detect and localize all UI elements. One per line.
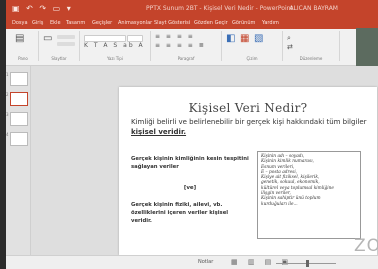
list-icons[interactable]: ≡ ≡ ≡ ≡ <box>155 33 195 40</box>
group-font: K T A S ab A Yazı Tipi <box>80 31 151 61</box>
intro-text: Kimliği belirli ve belirlenebilir bir ge… <box>131 118 367 126</box>
left-text-block-2[interactable]: Gerçek kişinin fiziki, ailevi, vb. özell… <box>131 201 249 225</box>
group-label: Yazı Tipi <box>107 56 123 61</box>
tab-dosya[interactable]: Dosya <box>12 20 28 26</box>
view-buttons[interactable]: ▦ ▥ ▤ ▣ <box>231 258 292 266</box>
slide-thumbnail[interactable] <box>10 132 28 146</box>
font-size-select[interactable] <box>127 35 143 42</box>
group-label: Çizim <box>246 56 258 61</box>
separator-text[interactable]: [ve] <box>131 185 249 191</box>
group-label: Paragraf <box>177 56 195 61</box>
group-label: Slaytlar <box>51 56 67 61</box>
shapes-icon[interactable]: ◧ <box>226 33 235 44</box>
tab-slayt-gosterisi[interactable]: Slayt Gösterisi <box>154 20 190 26</box>
watermark-logo: ZO <box>354 236 378 256</box>
thumbnail-number: 2 <box>6 92 9 97</box>
text-format-icons[interactable]: K T A S ab A <box>84 42 145 49</box>
group-clipboard: ▤ Pano <box>8 31 39 61</box>
tab-giris[interactable]: Giriş <box>32 20 43 26</box>
tab-gorunum[interactable]: Görünüm <box>232 20 255 26</box>
examples-box[interactable]: Kişinin adı – soyadı, Kişinin kimlik num… <box>257 151 361 239</box>
slide-title[interactable]: Kişisel Veri Nedir? <box>119 101 377 115</box>
slide-thumbnail[interactable] <box>10 72 28 86</box>
group-drawing: ◧ ▦ ▧ Çizim <box>222 31 283 61</box>
slide-canvas[interactable]: Kişisel Veri Nedir? Kimliği belirli ve b… <box>119 87 377 255</box>
find-icon[interactable]: ⌕ <box>287 34 291 43</box>
tab-yardim[interactable]: Yardım <box>262 20 279 26</box>
window-title: PPTX Sunum 2BT - Kişisel Veri Nedir - Po… <box>146 5 293 12</box>
tab-ekle[interactable]: Ekle <box>50 20 61 26</box>
align-icons[interactable]: ≡ ≡ ≡ ≡ ≣ <box>155 42 206 49</box>
thumbnail-number: 1 <box>6 72 9 77</box>
example-line: kurduğuları ile... <box>261 201 298 207</box>
layout-button[interactable] <box>57 35 75 39</box>
arrange-icon[interactable]: ▦ <box>240 33 249 44</box>
ribbon: ▤ Pano ▭ Slaytlar K T A S ab A Yazı Tipi… <box>6 29 378 66</box>
tab-tasarim[interactable]: Tasarım <box>66 20 85 26</box>
group-label: Düzenleme <box>299 56 323 61</box>
quick-styles-icon[interactable]: ▧ <box>254 33 263 44</box>
intro-highlight: kişisel veridir. <box>131 128 187 136</box>
font-family-select[interactable] <box>84 35 126 42</box>
zoom-slider-handle[interactable] <box>306 260 309 267</box>
left-text-block-1[interactable]: Gerçek kişinin kimliğinin kesin tespitin… <box>131 155 249 171</box>
tab-gozden-gecir[interactable]: Gözden Geçir <box>194 20 228 26</box>
ribbon-tabs: Dosya Giriş Ekle Tasarım Geçişler Animas… <box>6 18 378 29</box>
tab-animasyonlar[interactable]: Animasyonlar <box>118 20 152 26</box>
slide-intro-text[interactable]: Kimliği belirli ve belirlenebilir bir ge… <box>131 117 367 137</box>
replace-icon[interactable]: ⇄ <box>287 43 293 51</box>
slide-thumbnail-selected[interactable] <box>10 92 28 106</box>
tab-gecisler[interactable]: Geçişler <box>92 20 112 26</box>
slide-editing-area: Kişisel Veri Nedir? Kimliği belirli ve b… <box>31 66 378 255</box>
group-paragraph: ≡ ≡ ≡ ≡ ≡ ≡ ≡ ≡ ≣ Paragraf <box>151 31 222 61</box>
reset-button[interactable] <box>57 42 75 46</box>
title-bar: ▣ ↶ ↷ ▭ ▾ PPTX Sunum 2BT - Kişisel Veri … <box>6 0 378 18</box>
powerpoint-window: ▣ ↶ ↷ ▭ ▾ PPTX Sunum 2BT - Kişisel Veri … <box>6 0 378 269</box>
slide-thumbnails-pane[interactable]: 1 2 3 4 <box>6 66 31 255</box>
group-label: Pano <box>18 56 28 61</box>
user-name[interactable]: ALICAN BAYRAM <box>289 5 338 12</box>
thumbnail-number: 3 <box>6 112 9 117</box>
quick-access-toolbar[interactable]: ▣ ↶ ↷ ▭ ▾ <box>12 4 73 13</box>
status-bar: Notlar ▦ ▥ ▤ ▣ <box>6 255 378 269</box>
group-editing: ⌕ ⇄ Düzenleme <box>283 31 340 61</box>
slide-thumbnail[interactable] <box>10 112 28 126</box>
paste-icon[interactable]: ▤ <box>15 33 24 44</box>
new-slide-icon[interactable]: ▭ <box>43 33 52 44</box>
webcam-overlay <box>356 28 378 68</box>
notes-button[interactable]: Notlar <box>198 259 213 265</box>
thumbnail-number: 4 <box>6 132 9 137</box>
group-slides: ▭ Slaytlar <box>39 31 80 61</box>
